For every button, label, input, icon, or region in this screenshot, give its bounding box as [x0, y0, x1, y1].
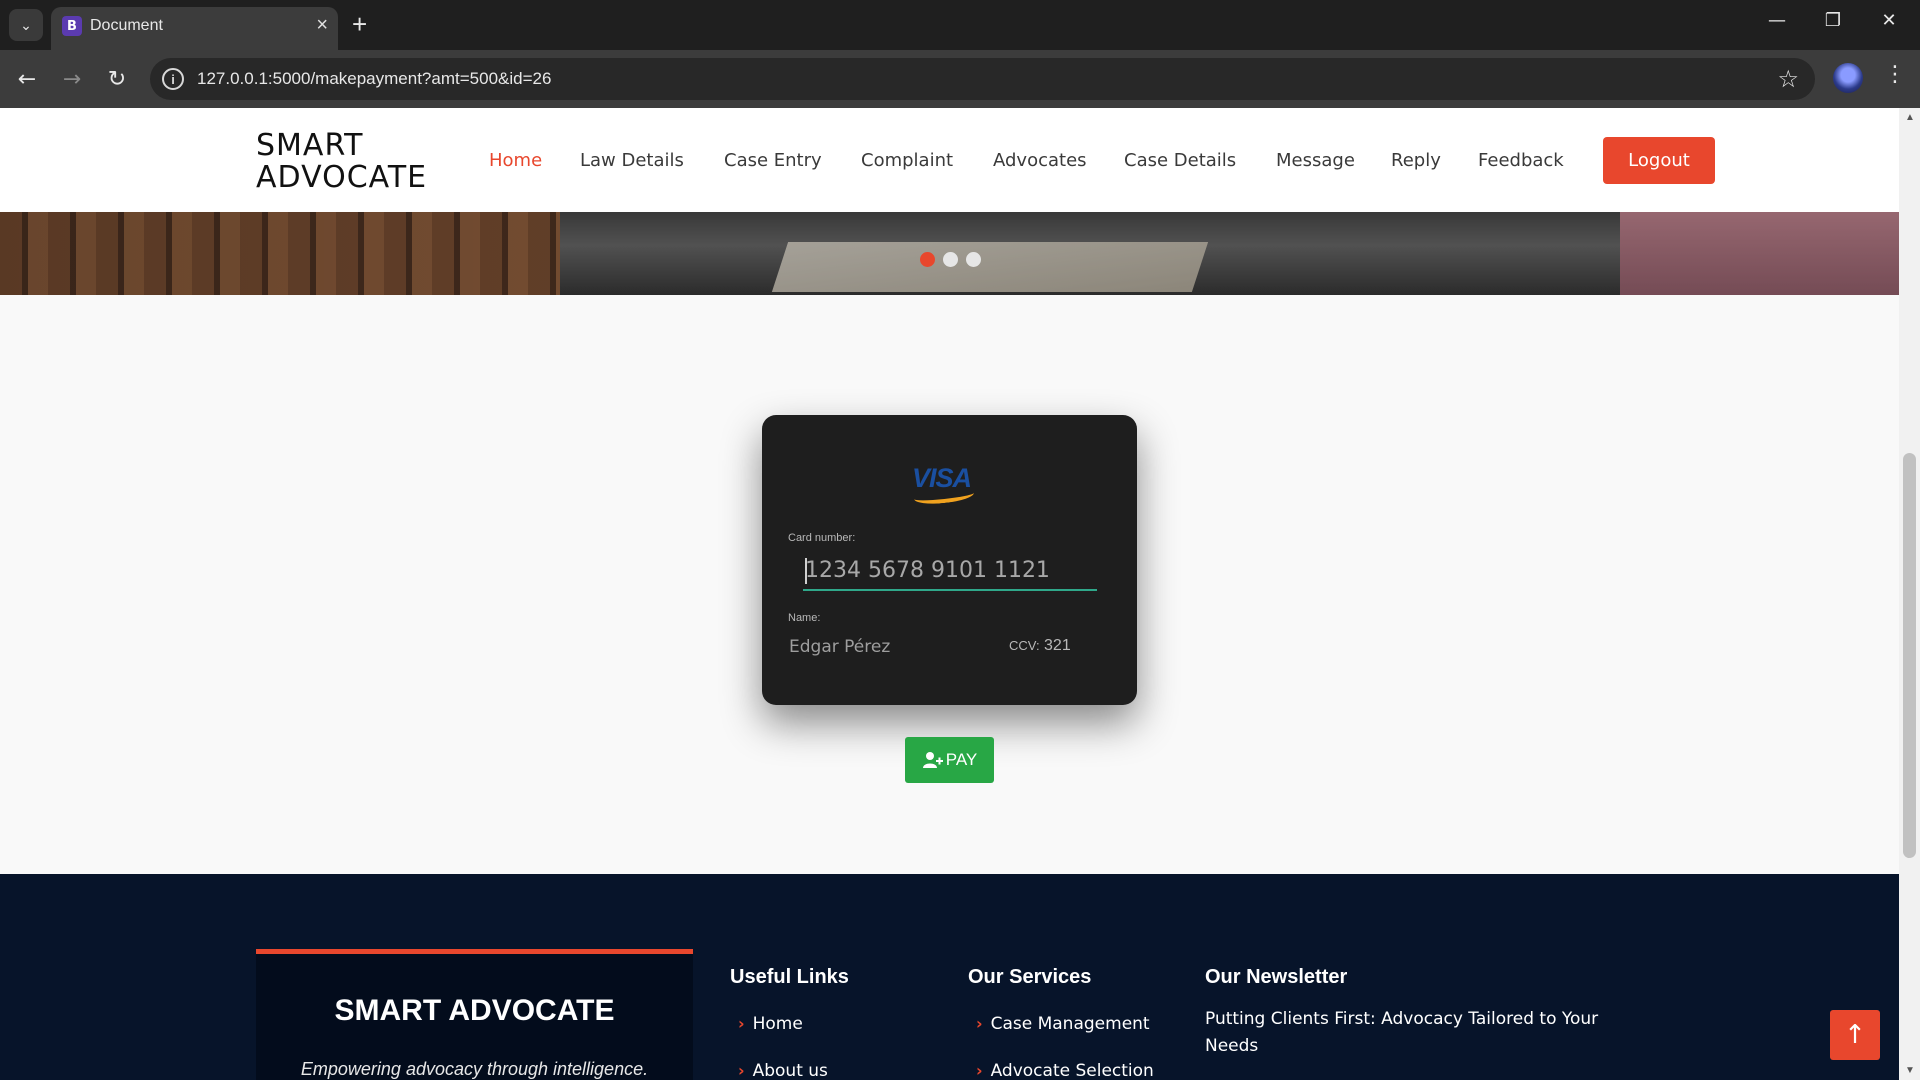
- site-logo[interactable]: SMART ADVOCATE: [256, 130, 427, 194]
- forward-icon[interactable]: →: [57, 64, 87, 94]
- back-icon[interactable]: ←: [12, 64, 42, 94]
- nav-law-details[interactable]: Law Details: [580, 150, 684, 171]
- visa-logo: VISA: [912, 463, 982, 507]
- carousel-dot-3[interactable]: [966, 252, 981, 267]
- cardholder-name-input[interactable]: [789, 632, 969, 662]
- footer-link-label: Home: [752, 1014, 803, 1034]
- footer-service-advocate-selection[interactable]: › Advocate Selection: [976, 1061, 1154, 1080]
- card-number-label: Card number:: [788, 532, 856, 544]
- nav-message[interactable]: Message: [1276, 150, 1355, 171]
- new-tab-icon[interactable]: +: [352, 11, 367, 37]
- browser-tabstrip: ⌄ B Document × + — ❐ ✕: [0, 0, 1920, 50]
- logout-button[interactable]: Logout: [1603, 137, 1715, 184]
- footer-brand-title: SMART ADVOCATE: [334, 994, 615, 1027]
- newsletter-text: Putting Clients First: Advocacy Tailored…: [1205, 1009, 1599, 1056]
- tab-search-button[interactable]: ⌄: [9, 9, 43, 41]
- address-bar[interactable]: i 127.0.0.1:5000/makepayment?amt=500&id=…: [150, 58, 1815, 100]
- payment-card: VISA Card number: Name: CCV: 321: [762, 415, 1137, 705]
- restore-icon[interactable]: ❐: [1818, 10, 1848, 31]
- site-header: SMART ADVOCATE Home Law Details Case Ent…: [0, 108, 1899, 212]
- useful-links-title: Useful Links: [730, 966, 849, 988]
- nav-case-entry[interactable]: Case Entry: [724, 150, 822, 171]
- card-number-input[interactable]: [803, 551, 1097, 591]
- page-scrollbar[interactable]: ▲ ▼: [1899, 108, 1920, 1080]
- footer-service-label: Advocate Selection: [990, 1061, 1154, 1080]
- carousel-dot-2[interactable]: [943, 252, 958, 267]
- ccv-field[interactable]: CCV: 321: [1009, 637, 1071, 655]
- nav-complaint[interactable]: Complaint: [861, 150, 953, 171]
- browser-toolbar: ← → ↻ i 127.0.0.1:5000/makepayment?amt=5…: [0, 50, 1920, 108]
- logo-line-2: ADVOCATE: [256, 160, 428, 195]
- scrollbar-thumb[interactable]: [1903, 453, 1916, 858]
- services-title: Our Services: [968, 966, 1092, 988]
- back-to-top-button[interactable]: ↑: [1830, 1010, 1880, 1060]
- nav-advocates[interactable]: Advocates: [993, 150, 1087, 171]
- close-window-icon[interactable]: ✕: [1874, 10, 1904, 31]
- page-viewport: SMART ADVOCATE Home Law Details Case Ent…: [0, 108, 1899, 1080]
- chevron-right-icon: ›: [738, 1014, 745, 1033]
- footer-service-label: Case Management: [990, 1014, 1150, 1034]
- footer-link-about[interactable]: › About us: [738, 1061, 828, 1080]
- logo-line-1: SMART: [256, 128, 364, 163]
- reload-icon[interactable]: ↻: [102, 64, 132, 94]
- scroll-down-icon[interactable]: ▼: [1905, 1065, 1915, 1076]
- nav-home[interactable]: Home: [489, 150, 542, 171]
- name-label: Name:: [788, 612, 821, 624]
- nav-feedback[interactable]: Feedback: [1478, 150, 1564, 171]
- site-footer: SMART ADVOCATE Empowering advocacy throu…: [0, 874, 1899, 1080]
- site-info-icon[interactable]: i: [162, 68, 184, 90]
- footer-service-case-management[interactable]: › Case Management: [976, 1014, 1150, 1034]
- nav-case-details[interactable]: Case Details: [1124, 150, 1236, 171]
- footer-link-label: About us: [752, 1061, 828, 1080]
- footer-brand-tagline: Empowering advocacy through intelligence…: [300, 1059, 649, 1079]
- newsletter-title: Our Newsletter: [1205, 966, 1348, 988]
- chevron-down-icon: ⌄: [20, 16, 32, 33]
- chevron-right-icon: ›: [976, 1061, 983, 1080]
- bookmark-star-icon[interactable]: ☆: [1777, 65, 1799, 93]
- user-plus-icon: [922, 752, 943, 768]
- browser-tab[interactable]: B Document ×: [51, 7, 338, 50]
- text-caret: [805, 558, 807, 584]
- tab-title: Document: [90, 17, 163, 34]
- scroll-up-icon[interactable]: ▲: [1905, 112, 1915, 123]
- pay-button[interactable]: PAY: [905, 737, 994, 783]
- carousel-dot-1[interactable]: [920, 252, 935, 267]
- browser-menu-icon[interactable]: ⋮: [1884, 62, 1906, 87]
- profile-avatar[interactable]: [1833, 63, 1863, 93]
- ccv-label: CCV:: [1009, 638, 1040, 653]
- ccv-value: 321: [1044, 637, 1071, 654]
- minimize-icon[interactable]: —: [1762, 10, 1792, 31]
- nav-reply[interactable]: Reply: [1391, 150, 1441, 171]
- footer-link-home[interactable]: › Home: [738, 1014, 803, 1034]
- tab-close-icon[interactable]: ×: [316, 13, 328, 37]
- chevron-right-icon: ›: [976, 1014, 983, 1033]
- tab-favicon-icon: B: [62, 16, 82, 36]
- url-text[interactable]: 127.0.0.1:5000/makepayment?amt=500&id=26: [197, 69, 551, 89]
- pay-button-label: PAY: [945, 750, 978, 769]
- chevron-right-icon: ›: [738, 1061, 745, 1080]
- footer-brand-box: SMART ADVOCATE Empowering advocacy throu…: [256, 949, 693, 1080]
- arrow-up-icon: ↑: [1844, 1020, 1866, 1050]
